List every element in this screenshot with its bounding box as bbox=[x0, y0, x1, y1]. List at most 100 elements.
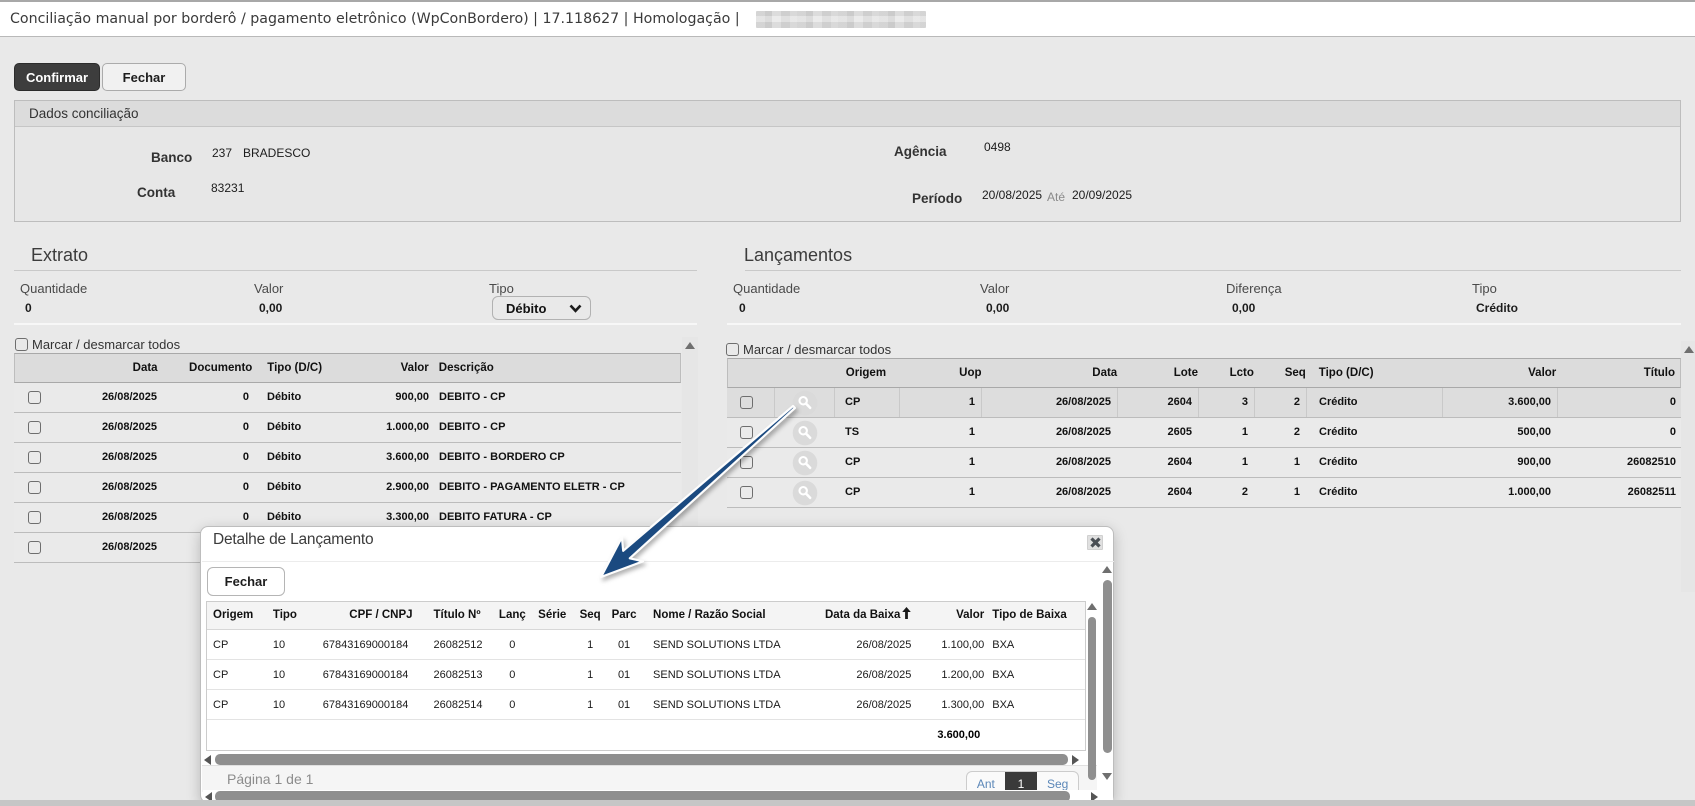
lanc-tipo-label: Tipo bbox=[1472, 281, 1497, 296]
row-detail-lens-button[interactable] bbox=[792, 390, 818, 416]
row-checkbox[interactable] bbox=[28, 481, 41, 494]
row-checkbox[interactable] bbox=[28, 511, 41, 524]
row-checkbox[interactable] bbox=[28, 391, 41, 404]
column-header[interactable]: Data bbox=[983, 359, 1119, 387]
column-header[interactable]: Série bbox=[531, 602, 573, 629]
confirm-button[interactable]: Confirmar bbox=[14, 63, 100, 91]
column-header[interactable]: Tipo (D/C) bbox=[257, 354, 370, 382]
table-cell bbox=[531, 690, 573, 719]
row-detail-lens-button[interactable] bbox=[792, 450, 818, 476]
row-checkbox[interactable] bbox=[740, 486, 753, 499]
table-cell: 0 bbox=[1558, 388, 1681, 417]
column-header[interactable]: Seq bbox=[573, 602, 607, 629]
modal-table-vscroll-up-icon[interactable] bbox=[1087, 603, 1097, 610]
extrato-scroll-up-icon[interactable] bbox=[685, 342, 695, 349]
extrato-select-all-checkbox[interactable] bbox=[15, 338, 28, 351]
table-row[interactable]: CP126/08/2025260411Crédito900,0026082510 bbox=[727, 448, 1681, 478]
table-cell: 10 bbox=[263, 690, 323, 719]
column-header[interactable]: Seq bbox=[1255, 359, 1307, 387]
column-header[interactable]: Valor bbox=[1443, 359, 1558, 387]
table-cell: 0 bbox=[493, 630, 531, 659]
table-row[interactable]: 26/08/20250Débito2.900,00DEBITO - PAGAME… bbox=[14, 473, 681, 503]
column-header[interactable]: Lanç bbox=[493, 602, 531, 629]
detalhe-lancamento-modal: Detalhe de Lançamento Fechar OrigemTipoC… bbox=[200, 526, 1114, 803]
total-row-spacer-cell bbox=[423, 720, 494, 750]
column-header[interactable]: Uop bbox=[901, 359, 983, 387]
extrato-section-title: Extrato bbox=[31, 245, 88, 266]
extrato-stats-divider bbox=[14, 323, 697, 325]
table-cell: 1 bbox=[900, 418, 982, 447]
row-checkbox[interactable] bbox=[28, 541, 41, 554]
table-row[interactable]: CP126/08/2025260432Crédito3.600,000 bbox=[727, 388, 1681, 418]
column-header[interactable]: CPF / CNPJ bbox=[323, 602, 423, 629]
close-button[interactable]: Fechar bbox=[102, 63, 186, 91]
column-header[interactable]: Título bbox=[1557, 359, 1680, 387]
column-header[interactable]: Título Nº bbox=[423, 602, 494, 629]
column-header[interactable]: Documento bbox=[168, 354, 258, 382]
table-row[interactable]: 26/08/20250Débito900,00DEBITO - CP bbox=[14, 383, 681, 413]
table-row[interactable]: 26/08/20250Débito1.000,00DEBITO - CP bbox=[14, 413, 681, 443]
modal-vscrollbar[interactable] bbox=[1101, 564, 1114, 780]
row-checkbox[interactable] bbox=[28, 451, 41, 464]
table-row[interactable]: TS126/08/2025260512Crédito500,000 bbox=[727, 418, 1681, 448]
table-cell: 67843169000184 bbox=[323, 690, 423, 719]
row-checkbox[interactable] bbox=[28, 421, 41, 434]
table-cell: 3.600,00 bbox=[370, 443, 433, 472]
column-header[interactable]: Origem bbox=[207, 602, 263, 629]
lancamentos-scroll-up-icon[interactable] bbox=[1684, 346, 1694, 353]
modal-close-icon[interactable] bbox=[1087, 535, 1103, 550]
table-row[interactable]: CP1067843169000184260825130101SEND SOLUT… bbox=[207, 660, 1085, 690]
column-header[interactable]: Nome / Razão Social bbox=[641, 602, 801, 629]
extrato-tipo-select[interactable]: Débito bbox=[492, 296, 591, 320]
column-header[interactable]: Parc bbox=[607, 602, 641, 629]
table-cell: TS bbox=[835, 418, 900, 447]
column-header[interactable]: Descrição bbox=[433, 354, 680, 382]
modal-fechar-button[interactable]: Fechar bbox=[207, 567, 285, 596]
table-cell: CP bbox=[207, 690, 263, 719]
row-checkbox[interactable] bbox=[740, 396, 753, 409]
column-header[interactable]: Tipo de Baixa bbox=[986, 602, 1085, 629]
total-row-spacer-cell bbox=[801, 720, 921, 750]
table-row[interactable]: CP1067843169000184260825140101SEND SOLUT… bbox=[207, 690, 1085, 720]
column-header[interactable]: Lcto bbox=[1199, 359, 1255, 387]
lancamentos-scrollbar[interactable] bbox=[1681, 341, 1695, 592]
column-header[interactable]: Data bbox=[61, 354, 168, 382]
modal-table-hscroll-thumb[interactable] bbox=[215, 754, 1068, 765]
header-spacer-cell bbox=[15, 354, 61, 382]
modal-table-vscrollbar[interactable] bbox=[1087, 601, 1098, 803]
modal-table-hscroll-left-icon[interactable] bbox=[204, 755, 211, 765]
modal-table-vscroll-thumb[interactable] bbox=[1088, 617, 1096, 780]
modal-table-hscroll-right-icon[interactable] bbox=[1072, 755, 1079, 765]
table-cell: CP bbox=[835, 448, 900, 477]
table-cell: 26/08/2025 bbox=[801, 630, 921, 659]
browser-horizontal-scrollbar[interactable] bbox=[0, 800, 1695, 806]
column-header[interactable]: Lote bbox=[1118, 359, 1199, 387]
table-row[interactable]: CP126/08/2025260421Crédito1.000,00260825… bbox=[727, 478, 1681, 508]
row-checkbox[interactable] bbox=[740, 426, 753, 439]
column-header[interactable]: Tipo bbox=[263, 602, 323, 629]
magnifier-icon bbox=[792, 480, 818, 506]
modal-total-value: 3.600,00 bbox=[920, 720, 986, 750]
modal-vscroll-up-icon[interactable] bbox=[1102, 566, 1112, 573]
column-header[interactable]: Origem bbox=[836, 359, 901, 387]
close-x-icon bbox=[1090, 537, 1101, 548]
lanc-marcar-label: Marcar / desmarcar todos bbox=[743, 342, 891, 357]
table-cell: 2 bbox=[1255, 418, 1307, 447]
table-cell: 1 bbox=[1255, 478, 1307, 507]
modal-vscroll-down-icon[interactable] bbox=[1102, 773, 1112, 780]
column-header[interactable]: Data da Baixa↑ bbox=[801, 602, 921, 629]
modal-page-info: Página 1 de 1 bbox=[227, 771, 313, 787]
modal-vscroll-thumb[interactable] bbox=[1103, 580, 1112, 753]
column-header[interactable]: Tipo (D/C) bbox=[1307, 359, 1443, 387]
column-header[interactable]: Valor bbox=[370, 354, 433, 382]
table-row[interactable]: 26/08/20250Débito3.600,00DEBITO - BORDER… bbox=[14, 443, 681, 473]
extrato-valor-label: Valor bbox=[254, 281, 283, 296]
column-header[interactable]: Valor bbox=[920, 602, 986, 629]
table-row[interactable]: CP1067843169000184260825120101SEND SOLUT… bbox=[207, 630, 1085, 660]
table-cell: 26082514 bbox=[423, 690, 494, 719]
row-detail-lens-button[interactable] bbox=[792, 420, 818, 446]
row-checkbox[interactable] bbox=[740, 456, 753, 469]
row-detail-lens-button[interactable] bbox=[792, 480, 818, 506]
table-cell: Crédito bbox=[1307, 418, 1443, 447]
lanc-select-all-checkbox[interactable] bbox=[726, 343, 739, 356]
